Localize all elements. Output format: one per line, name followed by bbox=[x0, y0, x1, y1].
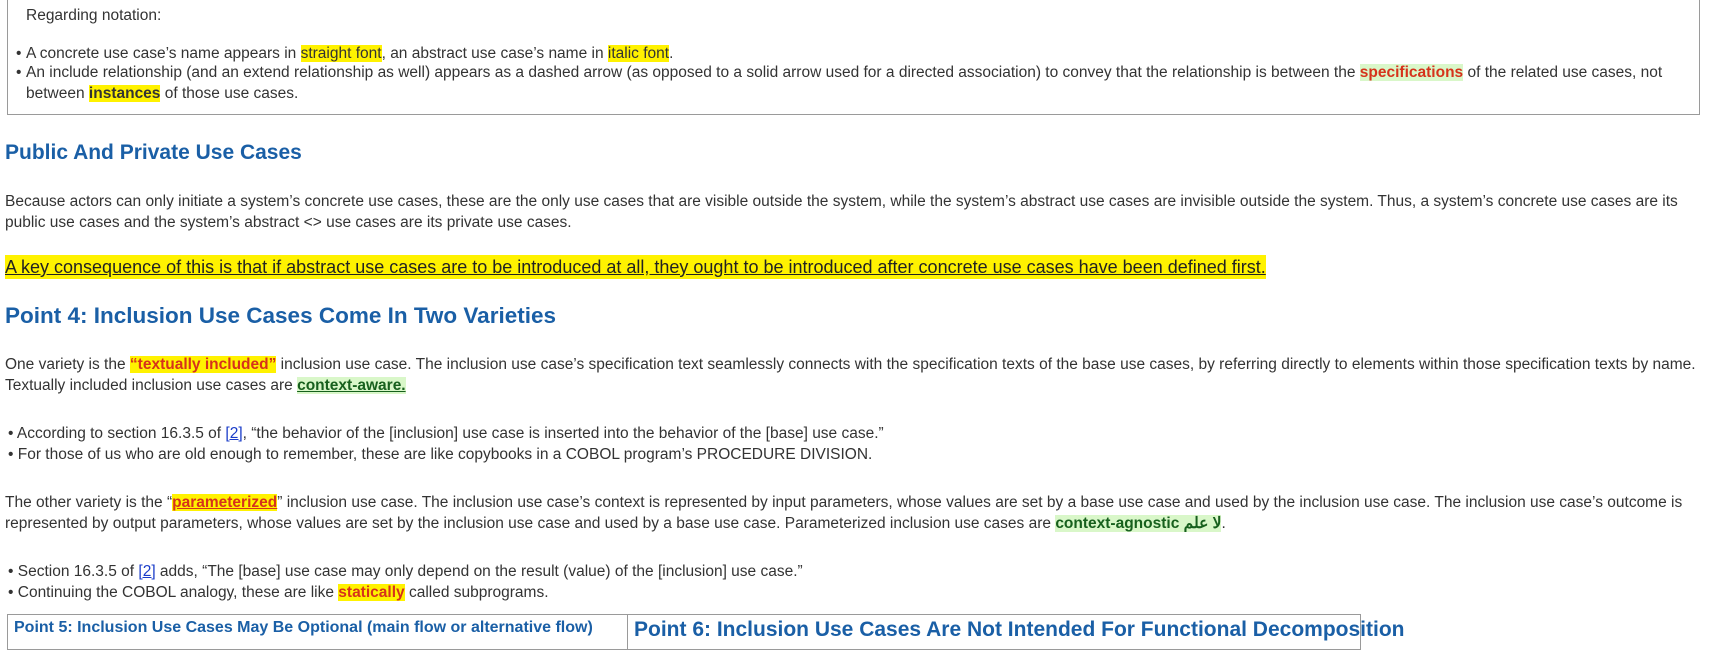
point-5-heading: Point 5: Inclusion Use Cases May Be Opti… bbox=[8, 615, 628, 649]
bullet-marker: • bbox=[8, 584, 14, 601]
highlight-specifications: specifications bbox=[1359, 64, 1464, 81]
text-span: . bbox=[1221, 515, 1226, 532]
bullet-marker: • bbox=[8, 446, 14, 463]
text-span: According to section 16.3.5 of bbox=[16, 425, 226, 442]
reference-link-2[interactable]: [2] bbox=[138, 563, 155, 580]
text-span: called subprograms. bbox=[404, 584, 549, 601]
highlight-parameterized: parameterized bbox=[172, 494, 278, 511]
section-title-point-4: Point 4: Inclusion Use Cases Come In Two… bbox=[5, 303, 556, 328]
bullet-marker: • bbox=[16, 45, 22, 62]
notation-bullet-2-line1: An include relationship (and an extend r… bbox=[26, 62, 1662, 83]
notation-heading: Regarding notation: bbox=[26, 7, 162, 24]
text-span: For those of us who are old enough to re… bbox=[17, 446, 873, 463]
point4-paragraph-1: One variety is the “textually included” … bbox=[5, 354, 1705, 396]
text-span: Section 16.3.5 of bbox=[17, 563, 139, 580]
highlight-context-agnostic: context-agnostic لا علم bbox=[1055, 515, 1222, 532]
text-span: An include relationship (and an extend r… bbox=[26, 64, 1360, 81]
section-title-public-private: Public And Private Use Cases bbox=[5, 141, 302, 164]
text-span: , an abstract use case’s name in bbox=[381, 45, 608, 62]
point-6-heading: Point 6: Inclusion Use Cases Are Not Int… bbox=[634, 618, 1405, 641]
point4-bullet-3: • Section 16.3.5 of [2] adds, “The [base… bbox=[8, 561, 803, 582]
text-span: of those use cases. bbox=[160, 85, 299, 102]
text-span: , “the behavior of the [inclusion] use c… bbox=[242, 425, 884, 442]
point4-paragraph-2: The other variety is the “parameterized”… bbox=[5, 492, 1705, 534]
public-private-paragraph: Because actors can only initiate a syste… bbox=[5, 193, 1678, 231]
bottom-heading-table: Point 5: Inclusion Use Cases May Be Opti… bbox=[7, 614, 1405, 650]
text-span: of the related use cases, not bbox=[1463, 64, 1663, 81]
text-span: Continuing the COBOL analogy, these are … bbox=[17, 584, 339, 601]
point4-bullet-1: • According to section 16.3.5 of [2], “t… bbox=[8, 423, 884, 444]
bullet-marker: • bbox=[8, 425, 14, 442]
highlight-straight-font: straight font bbox=[300, 45, 382, 62]
highlight-italic-font: italic font bbox=[607, 45, 670, 62]
text-span: One variety is the bbox=[5, 356, 130, 373]
text-span: . bbox=[669, 45, 674, 62]
bullet-marker: • bbox=[8, 563, 14, 580]
text-span: The other variety is the “ bbox=[5, 494, 173, 511]
key-consequence-highlight: A key consequence of this is that if abs… bbox=[5, 255, 1266, 279]
highlight-statically: statically bbox=[338, 584, 405, 601]
highlight-textually-included: “textually included” bbox=[129, 356, 277, 373]
notation-bullet-2-line2: between instances of those use cases. bbox=[26, 83, 298, 104]
text-span: between bbox=[26, 85, 89, 102]
reference-link-2[interactable]: [2] bbox=[225, 425, 242, 442]
highlight-context-aware: context-aware. bbox=[297, 377, 406, 394]
text-span: A concrete use case’s name appears in bbox=[26, 45, 301, 62]
notation-box: Regarding notation: • A concrete use cas… bbox=[7, 0, 1700, 115]
text-span: adds, “The [base] use case may only depe… bbox=[155, 563, 803, 580]
highlight-instances: instances bbox=[88, 85, 161, 102]
bullet-marker: • bbox=[16, 64, 22, 81]
point4-bullet-4: • Continuing the COBOL analogy, these ar… bbox=[8, 582, 549, 603]
notation-bullet-1: A concrete use case’s name appears in st… bbox=[26, 43, 673, 64]
point4-bullet-2: • For those of us who are old enough to … bbox=[8, 444, 872, 465]
